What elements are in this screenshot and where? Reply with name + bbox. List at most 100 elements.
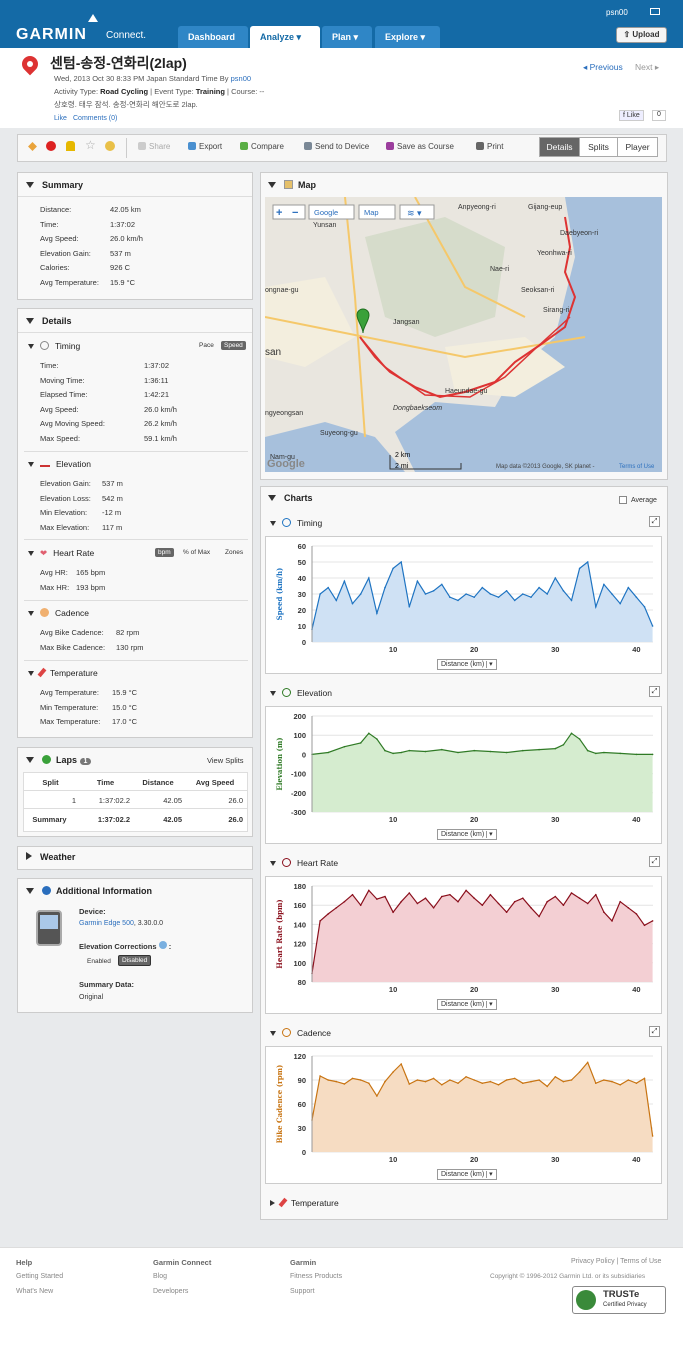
- mail-icon[interactable]: [650, 8, 660, 15]
- summary-data-label: Summary Data:: [79, 980, 135, 989]
- chart-2-header[interactable]: Heart Rate: [270, 858, 338, 868]
- temperature-chart-header[interactable]: Temperature: [270, 1197, 339, 1208]
- cadence-section-header[interactable]: Cadence: [28, 608, 89, 618]
- user-name[interactable]: psn00: [606, 8, 628, 17]
- lock-icon[interactable]: [66, 141, 75, 151]
- comments-link[interactable]: Comments (0): [73, 115, 117, 122]
- elevation-section-header[interactable]: Elevation: [28, 459, 91, 469]
- activity-description[interactable]: 상호령. 태우 잠석. 송정-연화리 해안도로 2lap.: [54, 99, 198, 110]
- footer-link[interactable]: Fitness Products: [290, 1273, 342, 1280]
- footer-link[interactable]: Support: [290, 1288, 315, 1295]
- footer-link[interactable]: Blog: [153, 1273, 167, 1280]
- summary-header[interactable]: Summary: [26, 180, 83, 190]
- expand-chart-icon[interactable]: ⤢: [649, 516, 660, 527]
- like-link[interactable]: Like: [54, 115, 67, 122]
- activity-title[interactable]: 센텀-송정-연화리(2lap): [50, 53, 187, 73]
- tab-explore[interactable]: Explore ▾: [375, 26, 440, 48]
- tab-analyze[interactable]: Analyze ▾: [250, 26, 320, 48]
- chart-0-header[interactable]: Timing: [270, 518, 322, 528]
- expand-chart-icon[interactable]: ⤢: [649, 856, 660, 867]
- details-header[interactable]: Details: [26, 316, 72, 326]
- data-point: [538, 586, 540, 589]
- badge-icon[interactable]: [105, 141, 115, 151]
- data-point: [619, 900, 621, 903]
- previous-link[interactable]: ◂ Previous: [583, 62, 623, 73]
- save-as-course-button[interactable]: Save as Course: [386, 142, 454, 151]
- laps-header[interactable]: Laps 1: [26, 755, 92, 765]
- additional-info-header[interactable]: Additional Information: [26, 886, 152, 896]
- data-point: [635, 1082, 638, 1084]
- send-to-device-button[interactable]: Send to Device: [304, 142, 369, 151]
- view-player-button[interactable]: Player: [617, 137, 658, 157]
- percent-max-toggle[interactable]: % of Max: [180, 548, 213, 557]
- help-icon[interactable]: [158, 941, 167, 949]
- delete-icon[interactable]: [46, 141, 56, 151]
- device-link[interactable]: Garmin Edge 500: [79, 920, 134, 927]
- distance-axis-dropdown[interactable]: Distance (km) ▾: [437, 659, 497, 670]
- zoom-in-button[interactable]: +: [276, 207, 282, 219]
- distance-axis-dropdown[interactable]: Distance (km) ▾: [437, 829, 497, 840]
- y-tick-label: 60: [298, 1100, 306, 1109]
- next-link[interactable]: Next ▸: [635, 62, 659, 73]
- footer-link[interactable]: Developers: [153, 1288, 188, 1295]
- y-tick-label: 30: [298, 1124, 306, 1133]
- speed-toggle[interactable]: Speed: [221, 341, 246, 350]
- tab-plan[interactable]: Plan ▾: [322, 26, 372, 48]
- chart-2-plot[interactable]: 180 160 140 120 100 80 10 20 30 40 Heart Rate (bpm…: [266, 882, 661, 994]
- footer-link[interactable]: What's New: [16, 1288, 53, 1295]
- expand-chart-icon[interactable]: ⤢: [649, 686, 660, 697]
- laps-column-header[interactable]: Distance: [133, 778, 183, 787]
- map-terms-link[interactable]: Terms of Use: [619, 464, 655, 470]
- bpm-toggle[interactable]: bpm: [155, 548, 174, 557]
- print-button[interactable]: Print: [476, 142, 503, 151]
- heart-rate-section-header[interactable]: ❤ Heart Rate: [28, 548, 94, 559]
- elevation-enabled-toggle[interactable]: Enabled: [84, 957, 114, 966]
- data-point: [432, 590, 435, 592]
- chart-1-header[interactable]: Elevation: [270, 688, 332, 698]
- weather-header[interactable]: Weather: [26, 852, 75, 862]
- data-point: [586, 902, 589, 905]
- svg-text:Suyeong-gu: Suyeong-gu: [320, 430, 358, 437]
- expand-chart-icon[interactable]: ⤢: [649, 1026, 660, 1037]
- average-checkbox[interactable]: [619, 496, 627, 504]
- view-splits-button[interactable]: Splits: [579, 137, 618, 157]
- laps-column-header[interactable]: Time: [78, 778, 133, 787]
- collapse-icon: [28, 611, 34, 616]
- route-map[interactable]: Anpyeong-ri Gijang-eup Yunsan Daebyeon-r…: [265, 197, 662, 472]
- pace-toggle[interactable]: Pace: [196, 341, 217, 350]
- zones-toggle[interactable]: Zones: [222, 548, 246, 557]
- footer-link[interactable]: Getting Started: [16, 1273, 63, 1280]
- temperature-section-header[interactable]: Temperature: [28, 667, 98, 678]
- data-point: [384, 1080, 386, 1083]
- compare-button[interactable]: Compare: [240, 142, 284, 151]
- laps-column-header[interactable]: Avg Speed: [186, 778, 244, 787]
- facebook-like-button[interactable]: f Like: [619, 110, 644, 121]
- elevation-disabled-toggle[interactable]: Disabled: [118, 955, 152, 966]
- upload-button[interactable]: ⇧ Upload: [616, 27, 667, 43]
- laps-column-header[interactable]: Split: [23, 778, 78, 787]
- chart-1-plot[interactable]: 200 100 0 -100 -200 -300 10 20 30 40 Elevation (m): [266, 712, 661, 824]
- map-header[interactable]: Map: [268, 180, 316, 190]
- distance-axis-dropdown[interactable]: Distance (km) ▾: [437, 999, 497, 1010]
- garmin-logo[interactable]: GARMIN: [16, 26, 87, 44]
- y-tick-label: 120: [293, 940, 306, 949]
- privacy-policy-link[interactable]: Privacy Policy | Terms of Use: [571, 1258, 661, 1265]
- author-link[interactable]: psn00: [231, 74, 251, 83]
- chart-0-plot[interactable]: 60 50 40 30 20 10 0 10 20 30 40 Speed (km/h): [266, 542, 661, 654]
- zoom-out-button[interactable]: −: [292, 207, 298, 219]
- tab-dashboard[interactable]: Dashboard: [178, 26, 248, 48]
- distance-axis-dropdown[interactable]: Distance (km) ▾: [437, 1169, 497, 1180]
- view-details-button[interactable]: Details: [539, 137, 580, 157]
- charts-header[interactable]: Charts: [268, 493, 313, 503]
- star-icon[interactable]: ☆: [85, 138, 96, 152]
- view-splits-link[interactable]: View Splits: [207, 756, 244, 765]
- stat-label: Time:: [40, 361, 59, 370]
- device-screen: [40, 915, 58, 929]
- data-point: [408, 1083, 411, 1085]
- export-button[interactable]: Export: [188, 142, 222, 151]
- data-point: [505, 1079, 508, 1081]
- chart-3-plot[interactable]: 120 90 60 30 0 10 20 30 40 Bike Cadence (rpm): [266, 1052, 661, 1164]
- share-button[interactable]: Share: [138, 142, 170, 151]
- chart-3-header[interactable]: Cadence: [270, 1028, 331, 1038]
- timing-section-header[interactable]: Timing: [28, 341, 80, 351]
